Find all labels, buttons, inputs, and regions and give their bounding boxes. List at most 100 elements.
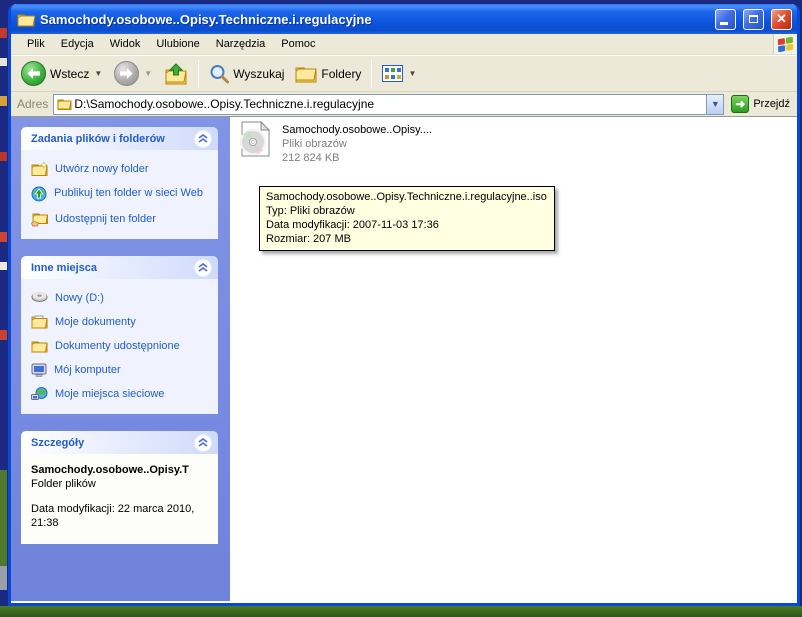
share-folder-icon bbox=[31, 212, 48, 227]
file-list-area[interactable]: Samochody.osobowe..Opisy.... Pliki obraz… bbox=[230, 117, 797, 601]
menu-widok[interactable]: Widok bbox=[102, 36, 149, 52]
go-label: Przejdź bbox=[753, 98, 790, 110]
back-dropdown-icon[interactable]: ▼ bbox=[93, 69, 103, 78]
details-file-name: Samochody.osobowe..Opisy.T bbox=[31, 464, 210, 476]
panel-details: Szczegóły Samochody.osobowe..Opisy.T Fol… bbox=[21, 431, 218, 544]
place-label: Nowy (D:) bbox=[55, 291, 104, 305]
place-my-documents[interactable]: Moje dokumenty bbox=[31, 315, 212, 329]
back-label: Wstecz bbox=[50, 67, 89, 81]
address-field[interactable]: ▼ bbox=[53, 94, 724, 115]
panel-file-tasks-body: Utwórz nowy folder Publikuj ten folder bbox=[21, 150, 218, 239]
up-button[interactable] bbox=[160, 61, 192, 87]
task-share-folder[interactable]: Udostępnij ten folder bbox=[31, 212, 212, 227]
task-label: Publikuj ten folder w sieci Web bbox=[54, 186, 203, 200]
panel-details-body: Samochody.osobowe..Opisy.T Folder plików… bbox=[21, 454, 218, 544]
panel-title: Inne miejsca bbox=[31, 262, 97, 274]
toolbar-separator bbox=[371, 60, 372, 88]
panel-title: Zadania plików i folderów bbox=[31, 133, 165, 145]
disk-icon bbox=[31, 291, 48, 303]
menu-pomoc[interactable]: Pomoc bbox=[273, 36, 323, 52]
search-button[interactable]: Wyszukaj bbox=[205, 62, 288, 86]
views-button[interactable]: ▼ bbox=[378, 63, 421, 84]
panel-title: Szczegóły bbox=[31, 437, 84, 449]
address-dropdown-button[interactable]: ▼ bbox=[706, 95, 723, 114]
place-drive-d[interactable]: Nowy (D:) bbox=[31, 291, 212, 305]
go-arrow-icon: ➜ bbox=[731, 95, 749, 113]
file-name: Samochody.osobowe..Opisy.... bbox=[282, 123, 432, 137]
tooltip-file-type: Typ: Pliki obrazów bbox=[266, 204, 548, 218]
back-button[interactable]: Wstecz ▼ bbox=[17, 59, 107, 88]
details-modified-date: Data modyfikacji: 22 marca 2010, 21:38 bbox=[31, 502, 210, 530]
menu-narzedzia[interactable]: Narzędzia bbox=[208, 36, 274, 52]
address-bar: Adres ▼ ➜ Przejdź bbox=[11, 92, 797, 117]
place-label: Moje miejsca sieciowe bbox=[55, 387, 164, 401]
panel-file-tasks-header[interactable]: Zadania plików i folderów bbox=[21, 127, 218, 150]
shared-documents-icon bbox=[31, 339, 48, 353]
back-icon bbox=[21, 61, 46, 86]
place-label: Moje dokumenty bbox=[55, 315, 136, 329]
toolbar-separator bbox=[198, 60, 199, 88]
title-bar[interactable]: Samochody.osobowe..Opisy.Techniczne.i.re… bbox=[11, 4, 797, 34]
desktop: Samochody.osobowe..Opisy.Techniczne.i.re… bbox=[0, 0, 802, 617]
collapse-chevron-icon[interactable] bbox=[194, 259, 212, 277]
task-label: Utwórz nowy folder bbox=[55, 162, 149, 176]
search-icon bbox=[209, 64, 229, 84]
views-dropdown-icon[interactable]: ▼ bbox=[407, 69, 417, 78]
publish-web-icon bbox=[31, 186, 47, 202]
panel-details-header[interactable]: Szczegóły bbox=[21, 431, 218, 454]
details-file-type: Folder plików bbox=[31, 478, 210, 490]
collapse-chevron-icon[interactable] bbox=[194, 130, 212, 148]
desktop-wallpaper-grass bbox=[0, 606, 802, 617]
folders-button[interactable]: Foldery bbox=[291, 63, 365, 85]
address-folder-icon bbox=[57, 98, 72, 110]
file-item-iso[interactable]: Samochody.osobowe..Opisy.... Pliki obraz… bbox=[238, 121, 432, 165]
iso-cd-file-icon bbox=[238, 121, 272, 157]
address-input[interactable] bbox=[72, 97, 706, 111]
close-button[interactable]: ✕ bbox=[771, 9, 792, 30]
minimize-button[interactable] bbox=[715, 9, 736, 30]
forward-dropdown-icon[interactable]: ▼ bbox=[143, 69, 153, 78]
place-shared-documents[interactable]: Dokumenty udostępnione bbox=[31, 339, 212, 353]
collapse-chevron-icon[interactable] bbox=[194, 434, 212, 452]
folders-icon bbox=[295, 65, 317, 83]
task-label: Udostępnij ten folder bbox=[55, 212, 156, 226]
place-network-places[interactable]: Moje miejsca sieciowe bbox=[31, 387, 212, 402]
my-documents-icon bbox=[31, 315, 48, 329]
panel-other-places: Inne miejsca bbox=[21, 256, 218, 414]
file-type: Pliki obrazów bbox=[282, 137, 432, 151]
explorer-window: Samochody.osobowe..Opisy.Techniczne.i.re… bbox=[8, 4, 800, 606]
maximize-button[interactable] bbox=[743, 9, 764, 30]
menu-plik[interactable]: Plik bbox=[19, 36, 53, 52]
task-create-folder[interactable]: Utwórz nowy folder bbox=[31, 162, 212, 176]
task-publish-web[interactable]: Publikuj ten folder w sieci Web bbox=[31, 186, 212, 202]
windows-logo bbox=[773, 34, 797, 54]
folders-label: Foldery bbox=[321, 67, 361, 81]
panel-other-places-body: Nowy (D:) Moje dokumenty bbox=[21, 279, 218, 414]
content-area: Zadania plików i folderów bbox=[11, 117, 797, 603]
tooltip-file-name: Samochody.osobowe..Opisy.Techniczne.i.re… bbox=[266, 190, 548, 204]
place-label: Mój komputer bbox=[54, 363, 121, 377]
my-computer-icon bbox=[31, 363, 47, 377]
go-button[interactable]: ➜ Przejdź bbox=[729, 95, 794, 113]
toolbar: Wstecz ▼ ▼ bbox=[11, 55, 797, 92]
file-size: 212 824 KB bbox=[282, 151, 432, 165]
place-my-computer[interactable]: Mój komputer bbox=[31, 363, 212, 377]
file-info-tooltip: Samochody.osobowe..Opisy.Techniczne.i.re… bbox=[259, 186, 555, 251]
address-label: Adres bbox=[17, 97, 48, 111]
forward-button[interactable]: ▼ bbox=[110, 59, 157, 88]
panel-other-places-header[interactable]: Inne miejsca bbox=[21, 256, 218, 279]
menu-bar: Plik Edycja Widok Ulubione Narzędzia Pom… bbox=[11, 34, 797, 55]
folder-icon bbox=[17, 12, 35, 27]
search-label: Wyszukaj bbox=[233, 67, 284, 81]
place-label: Dokumenty udostępnione bbox=[55, 339, 180, 353]
task-pane-sidebar: Zadania plików i folderów bbox=[11, 117, 230, 601]
network-places-icon bbox=[31, 387, 48, 402]
menu-edycja[interactable]: Edycja bbox=[53, 36, 102, 52]
up-folder-icon bbox=[164, 63, 188, 85]
menu-ulubione[interactable]: Ulubione bbox=[148, 36, 207, 52]
views-icon bbox=[382, 65, 403, 82]
tooltip-file-size: Rozmiar: 207 MB bbox=[266, 232, 548, 246]
tooltip-modified-date: Data modyfikacji: 2007-11-03 17:36 bbox=[266, 218, 548, 232]
window-title: Samochody.osobowe..Opisy.Techniczne.i.re… bbox=[40, 12, 708, 27]
panel-file-tasks: Zadania plików i folderów bbox=[21, 127, 218, 239]
